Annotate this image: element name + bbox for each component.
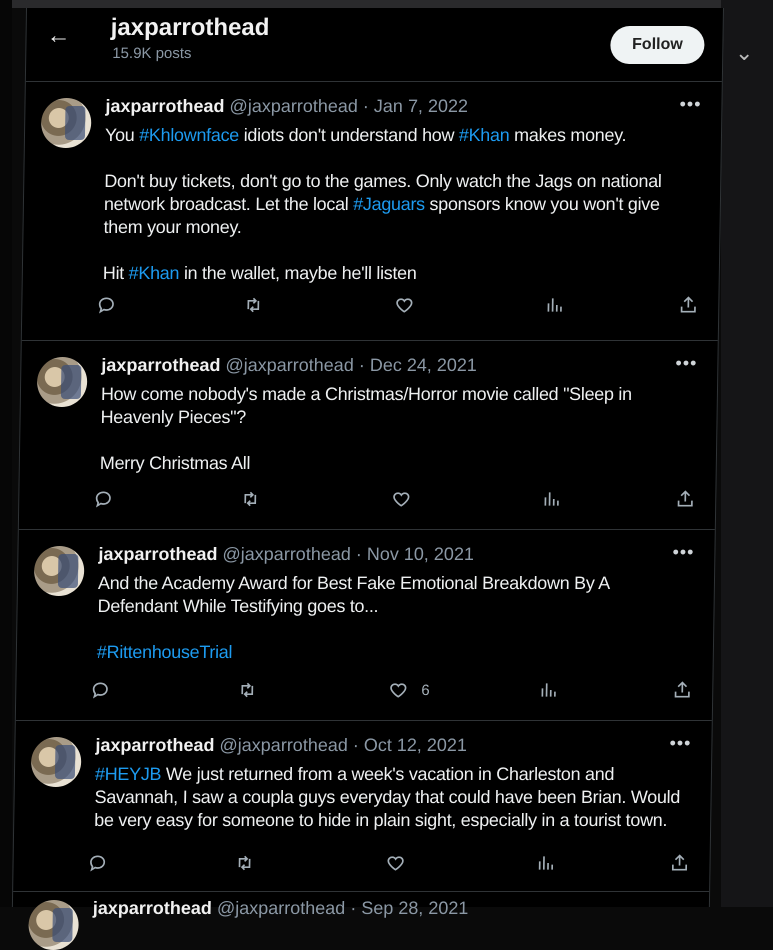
hashtag-link[interactable]: #Khan (128, 263, 179, 283)
tweet-actions (95, 489, 695, 513)
tweet-text: How come nobody's made a Christmas/Horro… (99, 384, 632, 473)
hashtag-link[interactable]: #Khlownface (139, 125, 239, 145)
right-sidebar: ⌄ (721, 0, 773, 907)
tweet-date[interactable]: · Jan 7, 2022 (363, 96, 468, 116)
handle[interactable]: @jaxparrothead (217, 898, 346, 918)
like-icon (396, 298, 413, 313)
avatar[interactable] (40, 98, 92, 148)
share-icon (671, 854, 688, 871)
reply-button[interactable] (90, 680, 110, 700)
views-icon (544, 492, 559, 506)
avatar[interactable] (30, 737, 82, 787)
tweet-text: You #Khlownface idiots don't understand … (102, 125, 662, 283)
like-icon (390, 683, 407, 698)
views-icon (538, 856, 554, 870)
reply-icon (98, 297, 114, 314)
tweet-header: jaxparrothead @jaxparrothead · Sep 28, 2… (93, 898, 469, 919)
handle[interactable]: @jaxparrothead (225, 355, 354, 375)
tweet-header: jaxparrothead @jaxparrothead · Dec 24, 2… (101, 355, 477, 376)
tweet[interactable]: jaxparrothead @jaxparrothead · Oct 12, 2… (13, 721, 712, 892)
retweet-icon (244, 491, 257, 507)
display-name[interactable]: jaxparrothead (93, 898, 212, 918)
posts-count: 15.9K posts (112, 45, 192, 62)
tweet-header: jaxparrothead @jaxparrothead · Jan 7, 20… (105, 96, 468, 117)
views-button[interactable] (544, 295, 564, 315)
tweet-date[interactable]: · Dec 24, 2021 (359, 355, 477, 375)
page-title: jaxparrothead (110, 14, 270, 41)
like-button[interactable] (393, 295, 427, 315)
tweet-actions (98, 295, 698, 319)
like-button[interactable] (390, 489, 424, 509)
tweet[interactable]: jaxparrothead @jaxparrothead · Sep 28, 2… (12, 892, 709, 950)
handle[interactable]: @jaxparrothead (222, 544, 351, 564)
share-button[interactable] (675, 489, 695, 509)
like-count: 6 (421, 681, 430, 699)
reply-button[interactable] (96, 295, 116, 315)
retweet-button[interactable] (233, 853, 255, 873)
display-name[interactable]: jaxparrothead (98, 544, 217, 564)
more-icon[interactable]: ••• (669, 733, 691, 754)
reply-icon (95, 491, 111, 508)
tweet-header: jaxparrothead @jaxparrothead · Nov 10, 2… (98, 544, 474, 565)
share-button[interactable] (678, 295, 698, 315)
hashtag-link[interactable]: #RittenhouseTrial (97, 642, 233, 662)
like-button[interactable]: 6 (387, 680, 430, 700)
browser-tab-strip (0, 0, 773, 8)
retweet-button[interactable] (236, 680, 258, 700)
retweet-icon (238, 855, 251, 871)
display-name[interactable]: jaxparrothead (101, 355, 220, 375)
tweet-actions: 6 (92, 680, 692, 704)
tweet-date[interactable]: · Oct 12, 2021 (353, 735, 467, 755)
display-name[interactable]: jaxparrothead (95, 735, 214, 755)
views-button[interactable] (541, 489, 561, 509)
share-button[interactable] (672, 680, 692, 700)
handle[interactable]: @jaxparrothead (219, 735, 348, 755)
hashtag-link[interactable]: #Jaguars (353, 194, 425, 214)
display-name[interactable]: jaxparrothead (105, 96, 224, 116)
tweet[interactable]: jaxparrothead @jaxparrothead · Dec 24, 2… (18, 341, 718, 530)
retweet-icon (241, 682, 254, 698)
retweet-button[interactable] (242, 295, 264, 315)
hashtag-link[interactable]: #Khan (459, 125, 510, 145)
like-icon (387, 856, 404, 871)
avatar[interactable] (36, 357, 88, 407)
tweet-date[interactable]: · Nov 10, 2021 (356, 544, 474, 564)
like-icon (393, 492, 410, 507)
tweet-date[interactable]: · Sep 28, 2021 (350, 898, 468, 918)
tweet-actions (90, 853, 689, 877)
views-button[interactable] (535, 853, 555, 873)
more-icon[interactable]: ••• (672, 542, 694, 563)
views-button[interactable] (538, 680, 558, 700)
hashtag-link[interactable]: #HEYJB (95, 764, 162, 784)
profile-timeline: ← jaxparrothead 15.9K posts Follow jaxpa… (11, 8, 724, 950)
avatar[interactable] (28, 900, 79, 950)
share-icon (677, 490, 693, 507)
tweet[interactable]: jaxparrothead @jaxparrothead · Jan 7, 20… (21, 82, 722, 341)
retweet-button[interactable] (239, 489, 261, 509)
views-icon (541, 683, 556, 697)
more-icon[interactable]: ••• (679, 94, 701, 115)
handle[interactable]: @jaxparrothead (229, 96, 358, 116)
back-arrow-icon[interactable]: ← (46, 22, 70, 50)
avatar[interactable] (33, 546, 85, 596)
follow-button[interactable]: Follow (610, 26, 705, 64)
left-gutter (0, 0, 12, 907)
share-icon (674, 681, 690, 698)
profile-header: ← jaxparrothead 15.9K posts Follow (25, 8, 723, 82)
reply-button[interactable] (93, 489, 113, 509)
like-button[interactable] (384, 853, 418, 873)
chevron-down-icon[interactable]: ⌄ (735, 40, 753, 66)
views-icon (547, 298, 562, 312)
tweet-text: And the Academy Award for Best Fake Emot… (96, 573, 610, 662)
more-icon[interactable]: ••• (675, 353, 697, 374)
reply-button[interactable] (87, 853, 107, 873)
reply-icon (92, 682, 108, 699)
reply-icon (90, 855, 106, 872)
share-button[interactable] (669, 853, 689, 873)
tweet[interactable]: jaxparrothead @jaxparrothead · Nov 10, 2… (15, 530, 715, 721)
tweet-text: #HEYJB We just returned from a week's va… (94, 764, 681, 830)
tweet-header: jaxparrothead @jaxparrothead · Oct 12, 2… (95, 735, 467, 756)
share-icon (680, 296, 696, 313)
retweet-icon (247, 297, 260, 313)
